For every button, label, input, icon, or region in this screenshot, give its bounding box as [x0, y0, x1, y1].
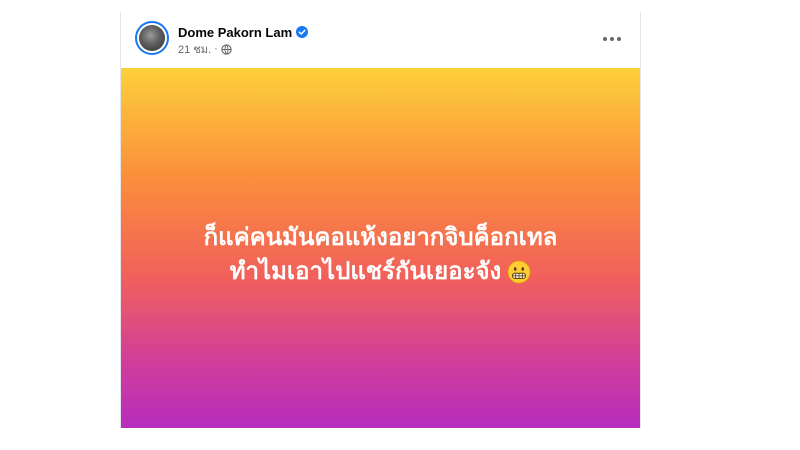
post-text-line-2: ทำไมเอาไปแชร์กันเยอะจัง — [229, 257, 502, 285]
post-text-line-1: ก็แค่คนมันคอแห้งอยากจิบค็อกเทล — [203, 223, 558, 251]
author-row: Dome Pakorn Lam — [178, 23, 309, 41]
post-header: Dome Pakorn Lam 21 ชม. · — [121, 12, 640, 68]
post-timestamp[interactable]: 21 ชม. — [178, 40, 211, 58]
post-meta: 21 ชม. · — [178, 42, 232, 56]
avatar-image — [139, 25, 165, 51]
grimacing-face-emoji-icon — [507, 260, 531, 284]
post-text-line-2-wrap: ทำไมเอาไปแชร์กันเยอะจัง — [121, 254, 640, 288]
more-dot — [610, 37, 614, 41]
avatar[interactable] — [135, 21, 169, 55]
verified-badge-icon — [296, 26, 309, 38]
post-background: ก็แค่คนมันคอแห้งอยากจิบค็อกเทล ทำไมเอาไป… — [121, 68, 640, 428]
post-text: ก็แค่คนมันคอแห้งอยากจิบค็อกเทล ทำไมเอาไป… — [121, 220, 640, 288]
meta-separator: · — [214, 43, 218, 55]
more-dot — [603, 37, 607, 41]
more-dot — [617, 37, 621, 41]
globe-icon[interactable] — [221, 43, 232, 55]
author-name[interactable]: Dome Pakorn Lam — [178, 25, 292, 40]
more-options-icon[interactable] — [599, 31, 625, 47]
post-card: Dome Pakorn Lam 21 ชม. · ก็แค่คนมันคอแห้… — [120, 12, 641, 428]
